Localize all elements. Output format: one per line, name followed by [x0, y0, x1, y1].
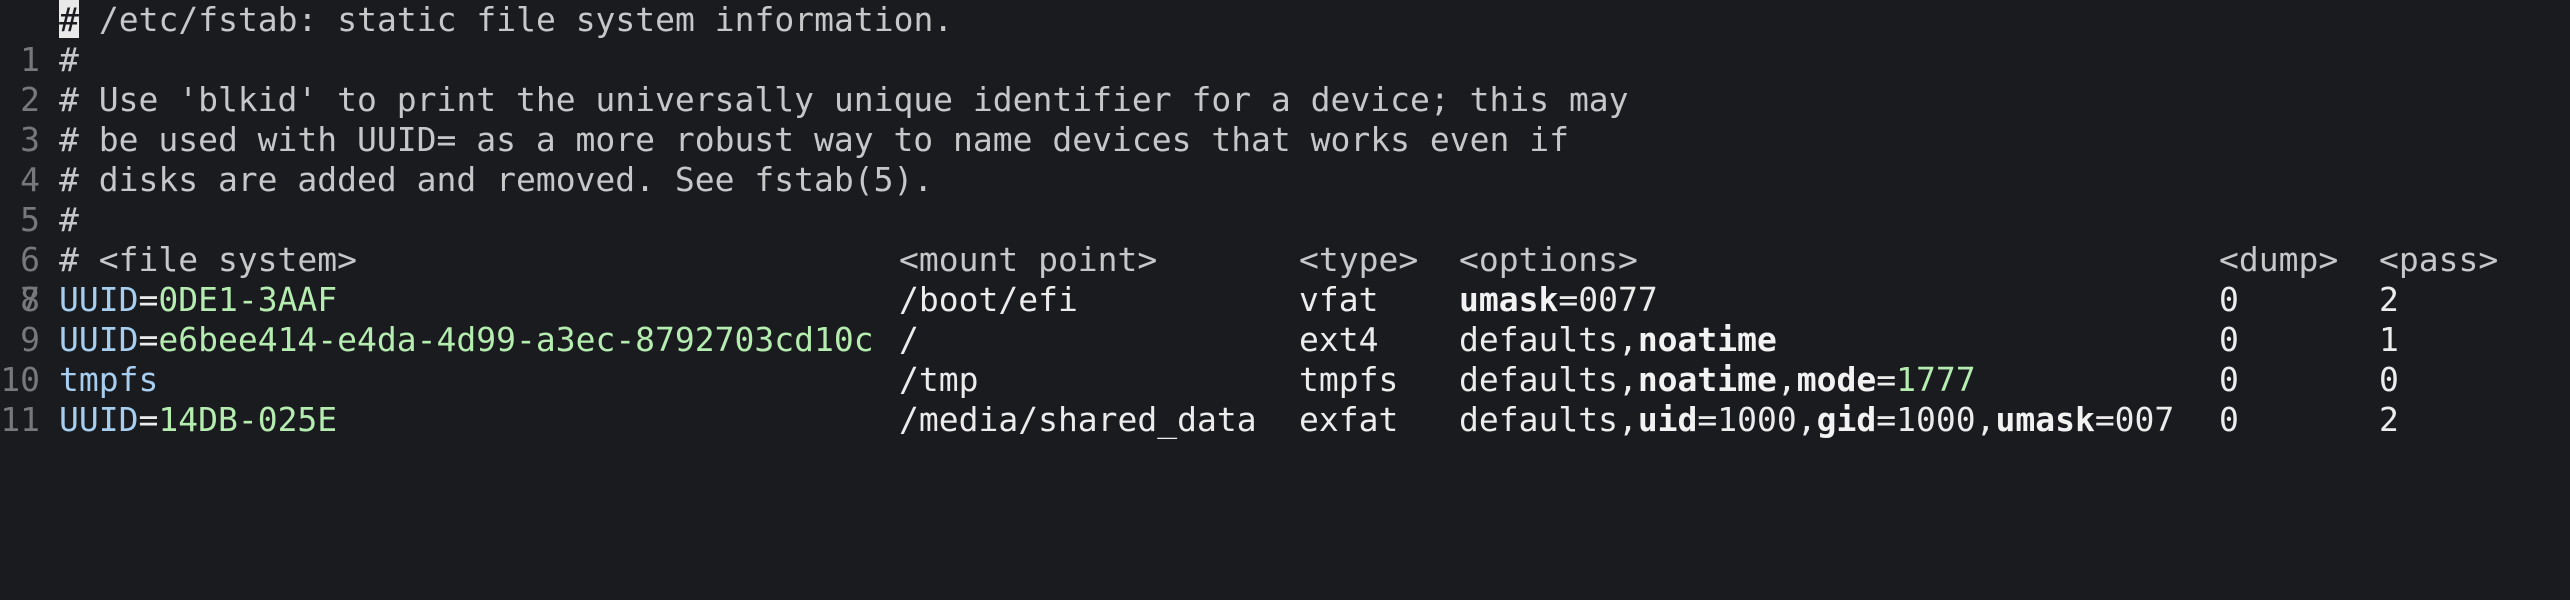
- header-file-system: # <file system>: [59, 240, 358, 279]
- entry-dump: 0: [2219, 400, 2239, 439]
- editor-line-5: 5 # disks are added and removed. See fst…: [0, 160, 2570, 239]
- entry-type: ext4: [1299, 320, 1379, 359]
- fs-key: UUID: [59, 320, 139, 359]
- entry-type: tmpfs: [1299, 360, 1399, 399]
- entry-pass: 1: [2379, 320, 2399, 359]
- line-number: 8: [20, 280, 40, 319]
- entry-options: defaults,noatime,mode=1777: [1459, 360, 1976, 400]
- option-token: uid: [1637, 400, 1698, 439]
- entry-file-system: UUID=e6bee414-e4da-4d99-a3ec-8792703cd10…: [59, 320, 874, 360]
- entry-mount-point: /media/shared_data: [899, 400, 1257, 439]
- entry-options: defaults,uid=1000,gid=1000,umask=007: [1459, 400, 2174, 440]
- option-token: defaults,: [1459, 320, 1638, 359]
- fs-key: UUID: [59, 280, 139, 319]
- editor-line-4: 4 # be used with UUID= as a more robust …: [0, 120, 2570, 199]
- entry-pass: 2: [2379, 400, 2399, 439]
- entry-type: vfat: [1299, 280, 1379, 319]
- entry-dump: 0: [2219, 280, 2239, 319]
- option-token: umask: [1459, 280, 1559, 319]
- entry-mount-point: /tmp: [899, 360, 979, 399]
- comment-text: #: [59, 200, 79, 239]
- entry-mount-point: /: [899, 320, 919, 359]
- option-token: gid: [1816, 400, 1877, 439]
- editor-line-2: 2 #: [0, 40, 2570, 119]
- editor-line-6: 6 #: [0, 200, 2570, 279]
- header-dump: <dump>: [2219, 240, 2339, 279]
- fs-value: 0DE1-3AAF: [158, 280, 338, 319]
- option-token: =: [1876, 360, 1897, 399]
- header-mount-point: <mount point>: [899, 240, 1158, 279]
- comment-content: /etc/fstab: static file system informati…: [79, 0, 954, 39]
- option-token: 1777: [1896, 360, 1976, 399]
- line-number: 9: [20, 320, 40, 359]
- fs-equals: =: [138, 320, 159, 359]
- editor-line-1: 1 # /etc/fstab: static file system infor…: [0, 0, 2570, 79]
- comment-text: # disks are added and removed. See fstab…: [59, 160, 934, 199]
- header-type: <type>: [1299, 240, 1419, 279]
- comment-text: # be used with UUID= as a more robust wa…: [59, 120, 1569, 159]
- option-token: noatime: [1637, 360, 1777, 399]
- fstab-entry: 8 UUID=0DE1-3AAF/boot/efi vfat umask=0077 0 2: [0, 280, 2570, 320]
- option-token: noatime: [1637, 320, 1777, 359]
- editor-line-3: 3 # Use 'blkid' to print the universally…: [0, 80, 2570, 159]
- option-token: defaults,: [1459, 360, 1638, 399]
- entry-type: exfat: [1299, 400, 1399, 439]
- fs-equals: =: [138, 400, 159, 439]
- comment-text: #: [59, 40, 79, 79]
- fstab-entry: 11 UUID=14DB-025E/media/shared_data exfat d…: [0, 400, 2570, 440]
- comment-text: # Use 'blkid' to print the universally u…: [59, 80, 1629, 119]
- entry-pass: 0: [2379, 360, 2399, 399]
- editor-line-7: 7 # <file system> <mount point> <type> <…: [0, 240, 2570, 319]
- entry-mount-point: /boot/efi: [899, 280, 1078, 319]
- fs-key: tmpfs: [59, 360, 159, 399]
- option-token: defaults,: [1459, 400, 1638, 439]
- option-token: umask: [1995, 400, 2095, 439]
- entry-options: umask=0077: [1459, 280, 1658, 320]
- option-token: =007: [2094, 400, 2175, 439]
- option-token: mode: [1796, 360, 1877, 399]
- fs-equals: =: [138, 280, 159, 319]
- option-token: =1000,: [1697, 400, 1817, 439]
- text-cursor: #: [59, 0, 79, 39]
- entry-file-system: tmpfs: [59, 360, 158, 400]
- fs-value: e6bee414-e4da-4d99-a3ec-8792703cd10c: [158, 320, 874, 359]
- entry-file-system: UUID=0DE1-3AAF: [59, 280, 337, 320]
- fs-key: UUID: [59, 400, 139, 439]
- entry-dump: 0: [2219, 360, 2239, 399]
- header-pass: <pass>: [2379, 240, 2499, 279]
- fstab-entry: 9 UUID=e6bee414-e4da-4d99-a3ec-8792703cd1…: [0, 320, 2570, 360]
- entry-file-system: UUID=14DB-025E: [59, 400, 337, 440]
- comment-text: # /etc/fstab: static file system informa…: [59, 0, 953, 40]
- fstab-entry: 10 tmpfs/tmp tmpfs defaults,noatime,mode=17…: [0, 360, 2570, 400]
- line-number: 11: [0, 400, 40, 439]
- fs-value: 14DB-025E: [158, 400, 338, 439]
- text-editor[interactable]: 1 # /etc/fstab: static file system infor…: [0, 0, 2570, 478]
- line-number: 10: [0, 360, 40, 399]
- option-token: ,: [1776, 360, 1797, 399]
- entry-options: defaults,noatime: [1459, 320, 1777, 360]
- entry-pass: 2: [2379, 280, 2399, 319]
- entry-dump: 0: [2219, 320, 2239, 359]
- option-token: =1000,: [1876, 400, 1996, 439]
- header-options: <options>: [1459, 240, 1638, 279]
- option-token: =0077: [1558, 280, 1658, 319]
